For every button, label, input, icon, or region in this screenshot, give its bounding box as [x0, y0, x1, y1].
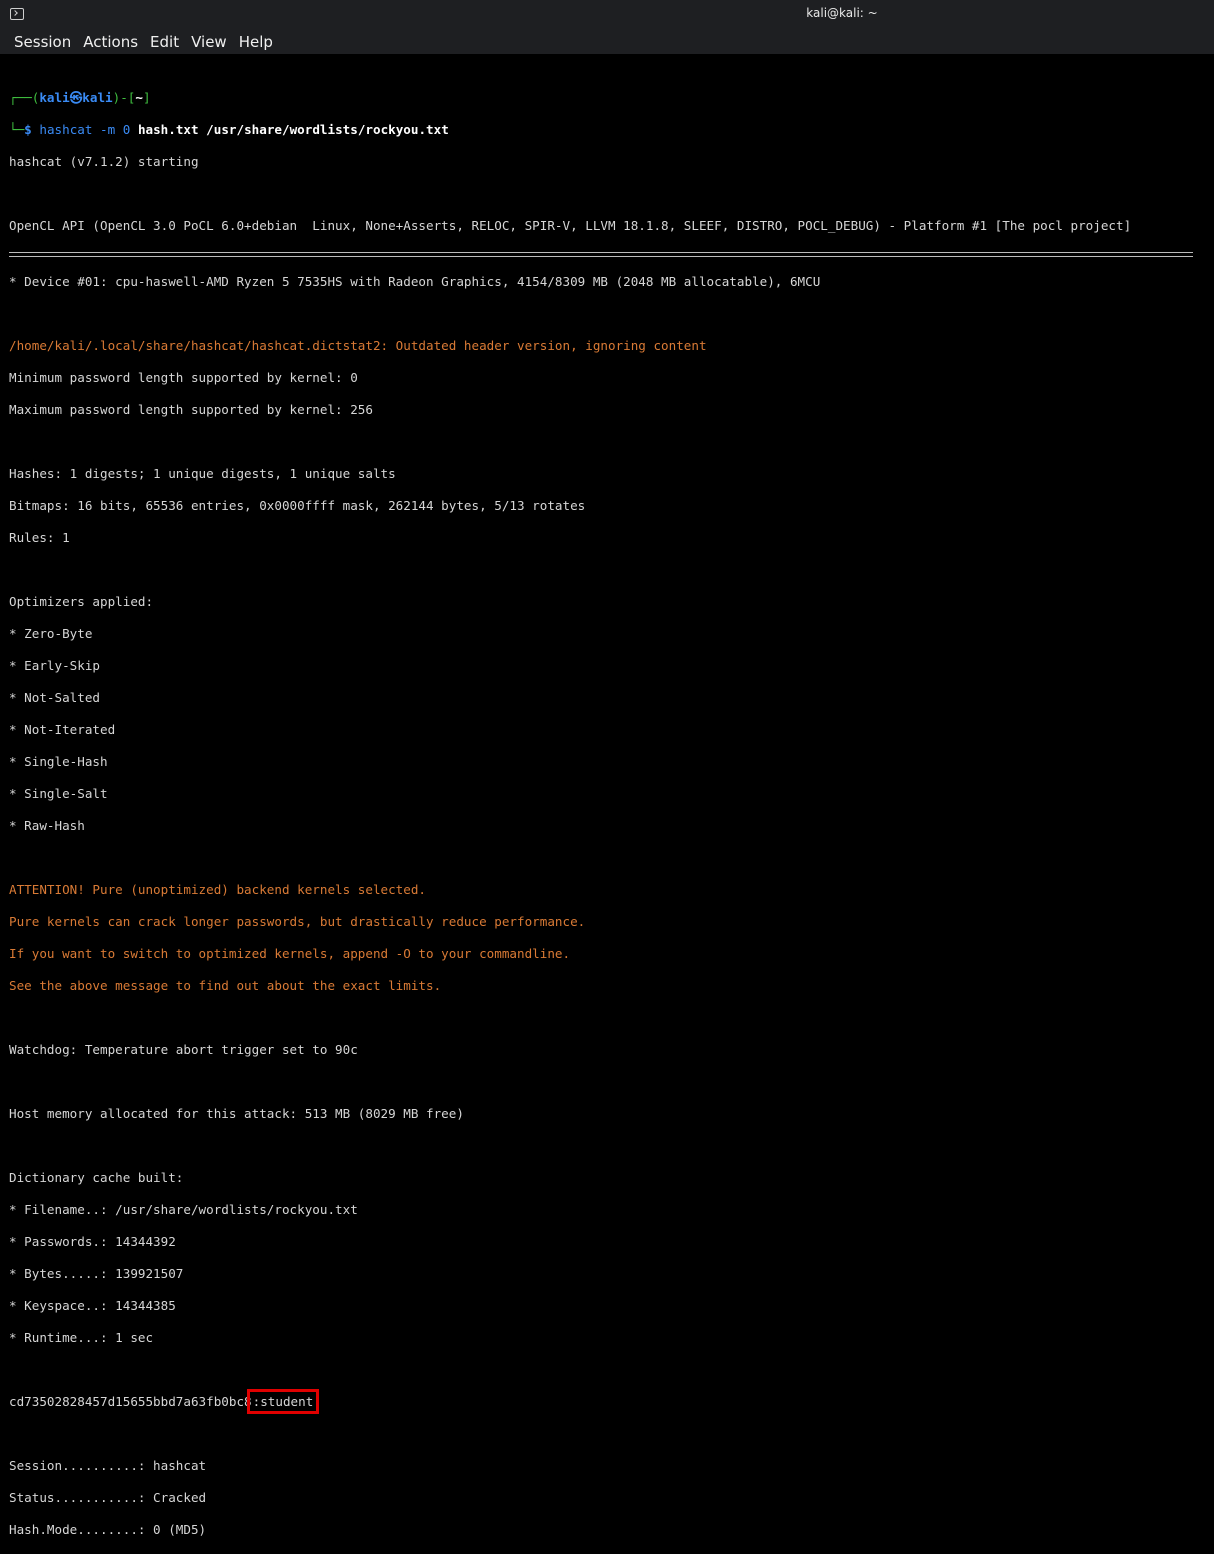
optimizer-item: * Raw-Hash: [9, 818, 1214, 834]
prompt-frame: └─: [9, 122, 24, 137]
status-line: Session..........: hashcat: [9, 1458, 1214, 1474]
command-name: hashcat: [39, 122, 92, 137]
cache-item: * Bytes.....: 139921507: [9, 1266, 1214, 1282]
command-args: -m 0: [92, 122, 138, 137]
warning-line: See the above message to find out about …: [9, 978, 1214, 994]
prompt-line-1: ┌──(kali㉿kali)-[~]: [9, 90, 1214, 106]
status-line: Hash.Mode........: 0 (MD5): [9, 1522, 1214, 1538]
output-line: Dictionary cache built:: [9, 1170, 1214, 1186]
prompt-dollar: $: [24, 122, 32, 137]
prompt-user: kali: [39, 90, 69, 105]
menu-actions[interactable]: Actions: [77, 30, 144, 54]
prompt-frame: )-[: [113, 90, 136, 105]
hash-value: cd73502828457d15655bbd7a63fb0bc8: [9, 1394, 252, 1409]
output-line: OpenCL API (OpenCL 3.0 PoCL 6.0+debian L…: [9, 218, 1214, 234]
menu-help[interactable]: Help: [233, 30, 279, 54]
output-line: Hashes: 1 digests; 1 unique digests, 1 u…: [9, 466, 1214, 482]
output-line: Optimizers applied:: [9, 594, 1214, 610]
prompt-host: kali: [82, 90, 112, 105]
output-line: Bitmaps: 16 bits, 65536 entries, 0x0000f…: [9, 498, 1214, 514]
prompt-dir: ~: [135, 90, 143, 105]
cache-item: * Keyspace..: 14344385: [9, 1298, 1214, 1314]
status-line: Status...........: Cracked: [9, 1490, 1214, 1506]
output-line: Host memory allocated for this attack: 5…: [9, 1106, 1214, 1122]
cracked-hash-line: cd73502828457d15655bbd7a63fb0bc8:student: [9, 1394, 1214, 1410]
warning-line: /home/kali/.local/share/hashcat/hashcat.…: [9, 338, 1214, 354]
optimizer-item: * Not-Salted: [9, 690, 1214, 706]
warning-line: ATTENTION! Pure (unoptimized) backend ke…: [9, 882, 1214, 898]
optimizer-item: * Not-Iterated: [9, 722, 1214, 738]
warning-line: Pure kernels can crack longer passwords,…: [9, 914, 1214, 930]
output-line: Minimum password length supported by ker…: [9, 370, 1214, 386]
cache-item: * Filename..: /usr/share/wordlists/rocky…: [9, 1202, 1214, 1218]
cache-item: * Runtime...: 1 sec: [9, 1330, 1214, 1346]
prompt-frame: ┌──(: [9, 90, 39, 105]
prompt-line-2: └─$ hashcat -m 0 hash.txt /usr/share/wor…: [9, 122, 1214, 138]
optimizer-item: * Single-Salt: [9, 786, 1214, 802]
output-line: Maximum password length supported by ker…: [9, 402, 1214, 418]
menu-bar: Session Actions Edit View Help: [0, 30, 1214, 54]
menu-edit[interactable]: Edit: [144, 30, 185, 54]
cache-item: * Passwords.: 14344392: [9, 1234, 1214, 1250]
title-bar: kali@kali: ~: [0, 0, 1214, 30]
output-line: hashcat (v7.1.2) starting: [9, 154, 1214, 170]
optimizer-item: * Zero-Byte: [9, 626, 1214, 642]
optimizer-item: * Single-Hash: [9, 754, 1214, 770]
optimizer-item: * Early-Skip: [9, 658, 1214, 674]
warning-line: If you want to switch to optimized kerne…: [9, 946, 1214, 962]
terminal-output[interactable]: ┌──(kali㉿kali)-[~] └─$ hashcat -m 0 hash…: [0, 54, 1214, 818]
prompt-at: ㉿: [70, 90, 83, 105]
prompt-frame: ]: [143, 90, 151, 105]
command-files: hash.txt /usr/share/wordlists/rockyou.tx…: [138, 122, 449, 137]
output-line: Watchdog: Temperature abort trigger set …: [9, 1042, 1214, 1058]
window-title: kali@kali: ~: [0, 6, 1214, 20]
output-line: * Device #01: cpu-haswell-AMD Ryzen 5 75…: [9, 274, 1214, 290]
separator: [9, 252, 1193, 257]
menu-view[interactable]: View: [185, 30, 233, 54]
output-line: Rules: 1: [9, 530, 1214, 546]
menu-session[interactable]: Session: [8, 30, 77, 54]
cracked-password-highlight: :student: [252, 1394, 315, 1409]
